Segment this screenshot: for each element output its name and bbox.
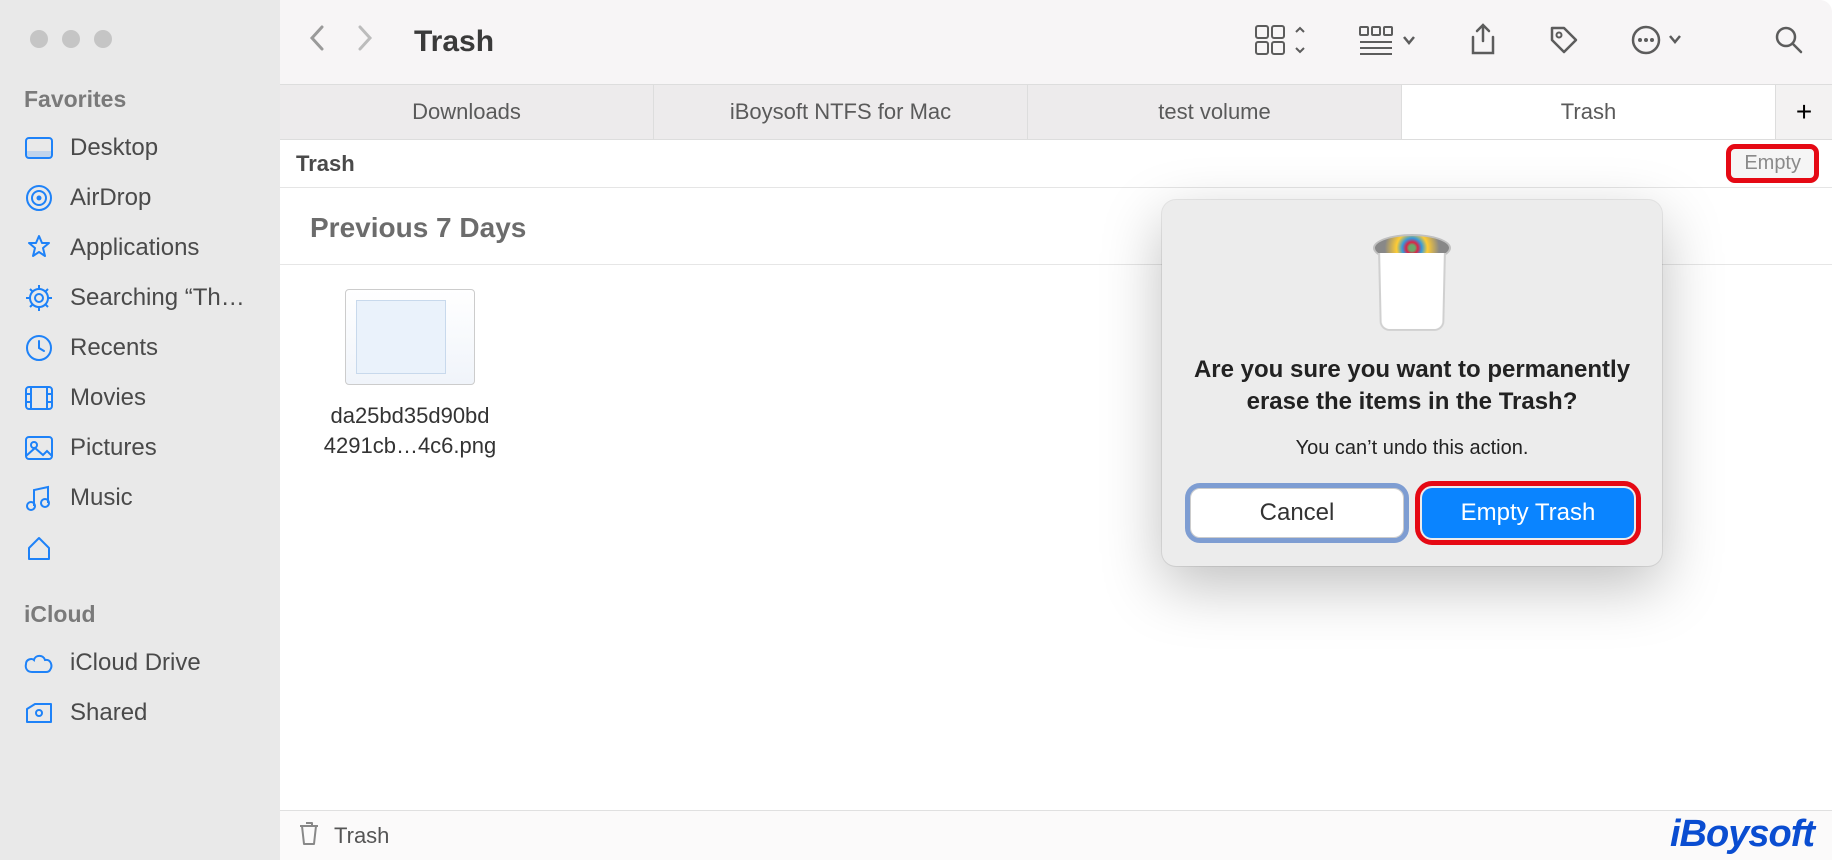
sidebar-item-label: Movies	[70, 384, 146, 412]
dialog-title: Are you sure you want to permanently era…	[1190, 354, 1634, 419]
minimize-window-icon[interactable]	[62, 30, 80, 48]
search-button[interactable]	[1774, 25, 1804, 60]
share-button[interactable]	[1468, 23, 1498, 62]
sidebar-item-label: AirDrop	[70, 184, 151, 212]
sidebar-item-label: Searching “Th…	[70, 284, 245, 312]
cancel-button[interactable]: Cancel	[1190, 488, 1404, 538]
dialog-subtitle: You can’t undo this action.	[1190, 437, 1634, 460]
gear-icon	[24, 283, 54, 313]
maximize-window-icon[interactable]	[94, 30, 112, 48]
sidebar-item-shared[interactable]: Shared	[0, 688, 280, 738]
movies-icon	[24, 383, 54, 413]
recents-icon	[24, 333, 54, 363]
desktop-icon	[24, 133, 54, 163]
more-button[interactable]	[1630, 24, 1684, 61]
tab-downloads[interactable]: Downloads	[280, 85, 654, 139]
sidebar-section-favorites: Favorites	[0, 76, 280, 123]
applications-icon	[24, 233, 54, 263]
tab-label: iBoysoft NTFS for Mac	[730, 99, 951, 125]
sidebar-section-icloud: iCloud	[0, 591, 280, 638]
status-bar: Trash	[280, 810, 1832, 860]
window-controls	[0, 20, 280, 76]
sidebar-item-label: Pictures	[70, 434, 157, 462]
window-title: Trash	[414, 25, 494, 59]
sidebar-item-applications[interactable]: Applications	[0, 223, 280, 273]
tag-button[interactable]	[1548, 24, 1580, 61]
tab-test-volume[interactable]: test volume	[1028, 85, 1402, 139]
toolbar: Trash	[280, 0, 1832, 84]
file-thumbnail-icon	[345, 289, 475, 385]
file-name-line: da25bd35d90bd	[330, 403, 489, 428]
airdrop-icon	[24, 183, 54, 213]
location-bar: Trash Empty	[280, 140, 1832, 188]
sidebar-item-label: Music	[70, 484, 133, 512]
location-label: Trash	[296, 151, 355, 177]
sidebar-item-label: Shared	[70, 699, 147, 727]
tab-add-button[interactable]: +	[1776, 85, 1832, 139]
close-window-icon[interactable]	[30, 30, 48, 48]
tab-label: Downloads	[412, 99, 521, 125]
pictures-icon	[24, 433, 54, 463]
tab-bar: Downloads iBoysoft NTFS for Mac test vol…	[280, 84, 1832, 140]
home-icon	[24, 533, 54, 563]
file-item[interactable]: da25bd35d90bd 4291cb…4c6.png	[310, 289, 510, 460]
sidebar-item-searching[interactable]: Searching “Th…	[0, 273, 280, 323]
tab-label: Trash	[1561, 99, 1616, 125]
shared-icon	[24, 698, 54, 728]
empty-trash-button[interactable]: Empty	[1729, 147, 1816, 180]
icloud-icon	[24, 648, 54, 678]
file-name-line: 4291cb…4c6.png	[324, 433, 496, 458]
sidebar-item-movies[interactable]: Movies	[0, 373, 280, 423]
sidebar-item-desktop[interactable]: Desktop	[0, 123, 280, 173]
status-path: Trash	[334, 823, 389, 849]
confirm-empty-trash-button[interactable]: Empty Trash	[1422, 488, 1634, 538]
file-name: da25bd35d90bd 4291cb…4c6.png	[310, 401, 510, 460]
tab-label: test volume	[1158, 99, 1271, 125]
sidebar-item-airdrop[interactable]: AirDrop	[0, 173, 280, 223]
sidebar-item-recents[interactable]: Recents	[0, 323, 280, 373]
tab-iboysoft[interactable]: iBoysoft NTFS for Mac	[654, 85, 1028, 139]
sidebar-item-music[interactable]: Music	[0, 473, 280, 523]
trash-full-icon	[1367, 224, 1457, 334]
sidebar: Favorites Desktop AirDrop Applications S…	[0, 0, 280, 860]
sidebar-item-label: Applications	[70, 234, 199, 262]
sidebar-item-label: iCloud Drive	[70, 649, 201, 677]
nav-back-button[interactable]	[308, 24, 326, 60]
confirm-dialog: Are you sure you want to permanently era…	[1162, 200, 1662, 566]
trash-icon	[298, 820, 320, 852]
sidebar-item-home[interactable]	[0, 523, 280, 573]
watermark-logo: iBoysoft	[1670, 813, 1814, 856]
sidebar-item-label: Desktop	[70, 134, 158, 162]
group-button[interactable]	[1358, 24, 1418, 61]
sidebar-item-pictures[interactable]: Pictures	[0, 423, 280, 473]
tab-trash[interactable]: Trash	[1402, 85, 1776, 139]
nav-forward-button[interactable]	[356, 24, 374, 60]
sidebar-item-icloud-drive[interactable]: iCloud Drive	[0, 638, 280, 688]
music-icon	[24, 483, 54, 513]
sidebar-item-label: Recents	[70, 334, 158, 362]
view-icons-button[interactable]	[1254, 24, 1308, 61]
